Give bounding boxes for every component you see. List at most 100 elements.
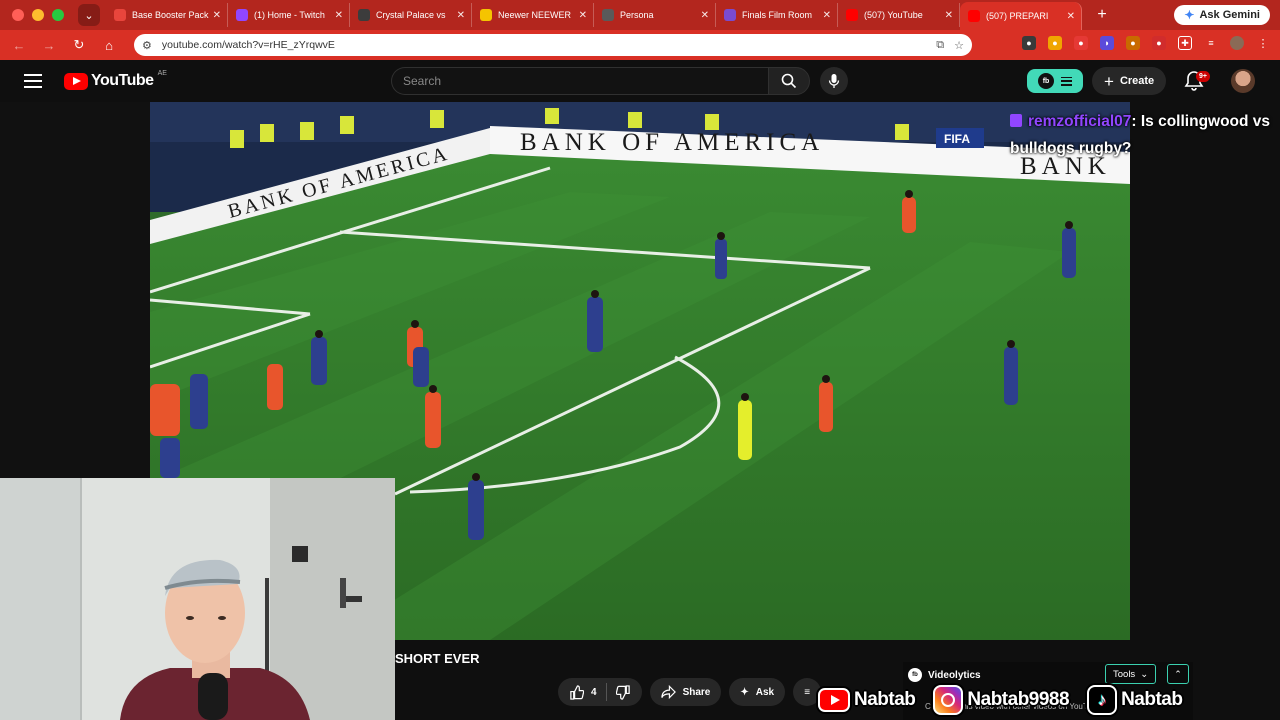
- like-dislike-group: 4: [558, 678, 642, 706]
- search-field[interactable]: [391, 67, 768, 95]
- browser-tab[interactable]: Persona ✕: [594, 3, 716, 27]
- tiktok-icon: ♪: [1087, 685, 1118, 715]
- gemini-sparkle-icon: ✦: [1184, 8, 1195, 22]
- home-icon[interactable]: ⌂: [98, 34, 120, 56]
- social-instagram: Nabtab9988: [933, 685, 1070, 715]
- ask-label: Ask: [755, 686, 775, 698]
- extension-icon[interactable]: ◗: [1100, 36, 1114, 50]
- account-avatar[interactable]: [1231, 69, 1255, 93]
- create-label: Create: [1119, 75, 1155, 87]
- microphone-icon: [828, 74, 840, 88]
- browser-tab[interactable]: (507) PREPARI ✕: [960, 2, 1082, 30]
- ad-board-main-text: BANK OF AMERICA: [520, 129, 824, 156]
- window-controls: [12, 9, 64, 21]
- install-app-icon[interactable]: ⧉: [936, 39, 944, 52]
- address-bar[interactable]: ⚙ youtube.com/watch?v=rHE_zYrqwvE ⧉ ☆: [134, 34, 972, 56]
- chevron-up-icon: ⌃: [1174, 668, 1182, 679]
- extension-icon[interactable]: ●: [1152, 36, 1166, 50]
- tab-title: Finals Film Room: [742, 10, 813, 20]
- tools-dropdown[interactable]: Tools ⌄: [1105, 664, 1157, 684]
- tab-close-icon[interactable]: ✕: [701, 10, 709, 21]
- tab-close-icon[interactable]: ✕: [945, 10, 953, 21]
- extension-icon[interactable]: ●: [1048, 36, 1062, 50]
- tab-close-icon[interactable]: ✕: [1067, 11, 1075, 22]
- ask-button[interactable]: ✦ Ask: [729, 678, 786, 706]
- tab-close-icon[interactable]: ✕: [213, 10, 221, 21]
- like-count: 4: [591, 686, 597, 698]
- ask-gemini-label: Ask Gemini: [1199, 9, 1260, 21]
- extension-icon[interactable]: ●: [1074, 36, 1088, 50]
- tab-close-icon[interactable]: ✕: [823, 10, 831, 21]
- videolytics-title: Videolytics: [928, 669, 981, 681]
- browser-tab[interactable]: (1) Home - Twitch ✕: [228, 3, 350, 27]
- thumbs-up-icon[interactable]: [569, 684, 584, 700]
- youtube-header: YouTube AE fb + Create 9+: [0, 60, 1280, 102]
- tab-favicon-icon: [480, 9, 492, 21]
- videolytics-menu-button[interactable]: fb: [1027, 69, 1083, 93]
- tab-favicon-icon: [358, 9, 370, 21]
- social-handles-banner: Nabtab Nabtab9988 ♪ Nabtab: [818, 684, 1183, 716]
- extension-icon[interactable]: ●: [1126, 36, 1140, 50]
- share-arrow-icon: [660, 685, 676, 699]
- tab-search-button[interactable]: ⌄: [78, 4, 100, 26]
- youtube-logo[interactable]: YouTube AE: [64, 70, 167, 90]
- guide-menu-icon[interactable]: [24, 74, 42, 88]
- chat-username: remzofficial07: [1028, 113, 1132, 130]
- search-button[interactable]: [768, 67, 810, 95]
- thumbs-down-icon[interactable]: [615, 684, 631, 700]
- browser-tab[interactable]: Base Booster Pack ✕: [106, 3, 228, 27]
- reload-icon[interactable]: ↻: [68, 34, 90, 56]
- youtube-play-icon: [64, 72, 88, 90]
- stream-chat-overlay: remzofficial07: Is collingwood vs bulldo…: [1010, 108, 1278, 162]
- back-arrow-icon[interactable]: ←: [8, 34, 30, 56]
- tab-title: (507) YouTube: [864, 10, 923, 20]
- browser-tab[interactable]: Crystal Palace vs ✕: [350, 3, 472, 27]
- collapse-panel-button[interactable]: ⌃: [1167, 664, 1189, 684]
- extension-icon[interactable]: ●: [1022, 36, 1036, 50]
- browser-tab[interactable]: (507) YouTube ✕: [838, 3, 960, 27]
- tab-favicon-icon: [236, 9, 248, 21]
- media-controls-icon[interactable]: ≡: [1204, 36, 1218, 50]
- bookmark-star-icon[interactable]: ☆: [954, 39, 964, 52]
- forward-arrow-icon[interactable]: →: [38, 34, 60, 56]
- tab-title: Neewer NEEWER: [498, 10, 572, 20]
- tab-title: (507) PREPARI: [986, 11, 1049, 21]
- window-minimize-button[interactable]: [32, 9, 44, 21]
- create-button[interactable]: + Create: [1092, 67, 1167, 95]
- url-text[interactable]: youtube.com/watch?v=rHE_zYrqwvE: [162, 39, 926, 51]
- video-title: SHORT EVER: [395, 651, 480, 666]
- tab-close-icon[interactable]: ✕: [579, 10, 587, 21]
- social-youtube: Nabtab: [818, 688, 916, 712]
- tab-close-icon[interactable]: ✕: [457, 10, 465, 21]
- webcam-frame: [0, 478, 395, 720]
- search-icon: [781, 73, 797, 89]
- voice-search-button[interactable]: [820, 67, 848, 95]
- ask-gemini-button[interactable]: ✦ Ask Gemini: [1174, 5, 1270, 25]
- videolytics-header: fb Videolytics: [908, 668, 981, 682]
- sparkle-icon: ✦: [740, 686, 749, 698]
- social-tiktok: ♪ Nabtab: [1087, 685, 1183, 715]
- tab-favicon-icon: [724, 9, 736, 21]
- tab-title: Crystal Palace vs: [376, 10, 446, 20]
- referee: [738, 400, 752, 460]
- tab-list: Base Booster Pack ✕ (1) Home - Twitch ✕ Crys…: [106, 0, 1082, 30]
- streamer-webcam: [0, 478, 395, 720]
- site-settings-icon[interactable]: ⚙: [142, 39, 152, 52]
- browser-tab[interactable]: Neewer NEEWER ✕: [472, 3, 594, 27]
- browser-tab-strip: ⌄ Base Booster Pack ✕ (1) Home - Twitch ✕ Cr…: [0, 0, 1280, 30]
- new-tab-button[interactable]: +: [1092, 6, 1112, 24]
- share-button[interactable]: Share: [649, 678, 722, 706]
- search-input[interactable]: [403, 74, 768, 88]
- window-maximize-button[interactable]: [52, 9, 64, 21]
- instagram-icon: [933, 685, 964, 715]
- save-button[interactable]: ≡: [793, 678, 822, 706]
- browser-toolbar: ← → ↻ ⌂ ⚙ youtube.com/watch?v=rHE_zYrqwv…: [0, 30, 1280, 60]
- tab-close-icon[interactable]: ✕: [335, 10, 343, 21]
- profile-avatar[interactable]: [1230, 36, 1244, 50]
- fifa-board-text: FIFA: [944, 132, 970, 146]
- browser-tab[interactable]: Finals Film Room ✕: [716, 3, 838, 27]
- window-close-button[interactable]: [12, 9, 24, 21]
- divider: [605, 683, 607, 701]
- extensions-puzzle-icon[interactable]: ✚: [1178, 36, 1192, 50]
- browser-menu-icon[interactable]: ⋮: [1256, 36, 1270, 50]
